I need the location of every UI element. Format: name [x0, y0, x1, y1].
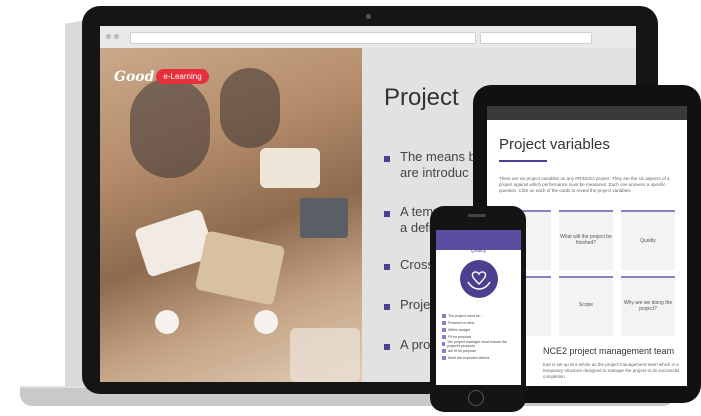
variable-card[interactable]: Scope	[559, 276, 613, 336]
bullet-icon	[384, 156, 390, 162]
browser-toolbar	[100, 26, 636, 49]
section-text: ture is set up at a whole as the project…	[543, 362, 680, 379]
section-heading: NCE2 project management team	[543, 346, 675, 356]
photo-person-shape	[130, 78, 210, 178]
list-item: Within budget	[442, 326, 515, 333]
hands-heart-icon	[460, 260, 498, 298]
list-item: Finished on time	[442, 319, 515, 326]
photo-person-shape	[290, 328, 360, 382]
bullet-line: are introduc	[400, 165, 469, 180]
list-item-text: are fit for purpose	[448, 348, 477, 353]
home-button[interactable]	[468, 390, 484, 406]
list-item-text: Fit for purpose	[448, 334, 472, 339]
list-item-text: Finished on time	[448, 320, 475, 325]
tablet-status-bar	[487, 106, 687, 120]
bullet-icon	[384, 211, 390, 217]
back-icon[interactable]	[106, 34, 111, 39]
photo-paper-shape	[194, 230, 286, 306]
tablet-title: Project variables	[499, 136, 610, 153]
photo-laptop-shape	[300, 198, 348, 238]
list-item-text: Within budget	[448, 327, 470, 332]
phone-header	[436, 230, 521, 250]
tablet-intro: There are six project variables on any P…	[499, 176, 670, 193]
list-item: Meet the expected criteria	[442, 354, 515, 361]
address-bar[interactable]	[130, 32, 476, 44]
list-item-text: The project manager must ensure the proj…	[447, 339, 507, 348]
bullet-icon	[384, 264, 390, 270]
list-item-text: The project must be...	[448, 313, 483, 318]
bullet-line: The means b	[400, 149, 476, 164]
photo-person-shape	[220, 68, 280, 148]
photo-cup-shape	[155, 310, 179, 334]
card-label: Scope	[578, 302, 594, 308]
title-underline	[499, 160, 547, 162]
list-item: are fit for purpose	[442, 347, 515, 354]
photo-paper-shape	[260, 148, 320, 188]
speaker-icon	[468, 214, 486, 217]
logo-word: Good	[114, 69, 155, 85]
variable-card[interactable]: Quality	[621, 210, 675, 270]
slide-title: Project	[384, 84, 459, 111]
card-label: Quality	[640, 238, 656, 244]
photo-cup-shape	[254, 310, 278, 334]
phone-label: Quality	[470, 248, 487, 254]
card-label: Why are we doing the project?	[623, 300, 673, 312]
variable-card[interactable]: Why are we doing the project?	[621, 276, 675, 336]
list-item-text: Meet the expected criteria	[448, 355, 490, 360]
list-item: The project must be...	[442, 312, 515, 319]
forward-icon[interactable]	[114, 34, 119, 39]
phone-screen: Quality The project must be... Finished …	[436, 230, 521, 385]
good-elearning-logo: Good e-Learning	[114, 68, 209, 86]
browser-search-field[interactable]	[480, 32, 592, 44]
variable-card[interactable]: What will the project be finished?	[559, 210, 613, 270]
phone-list: The project must be... Finished on time …	[442, 312, 515, 361]
logo-pill: e-Learning	[156, 69, 209, 85]
bullet-icon	[384, 304, 390, 310]
slide-bullet: The means b are introduc	[400, 149, 480, 181]
camera-icon	[366, 14, 371, 19]
hero-photo	[100, 48, 362, 382]
card-label: What will the project be finished?	[560, 234, 612, 246]
list-item: The project manager must ensure the proj…	[442, 339, 515, 348]
bullet-icon	[384, 344, 390, 350]
